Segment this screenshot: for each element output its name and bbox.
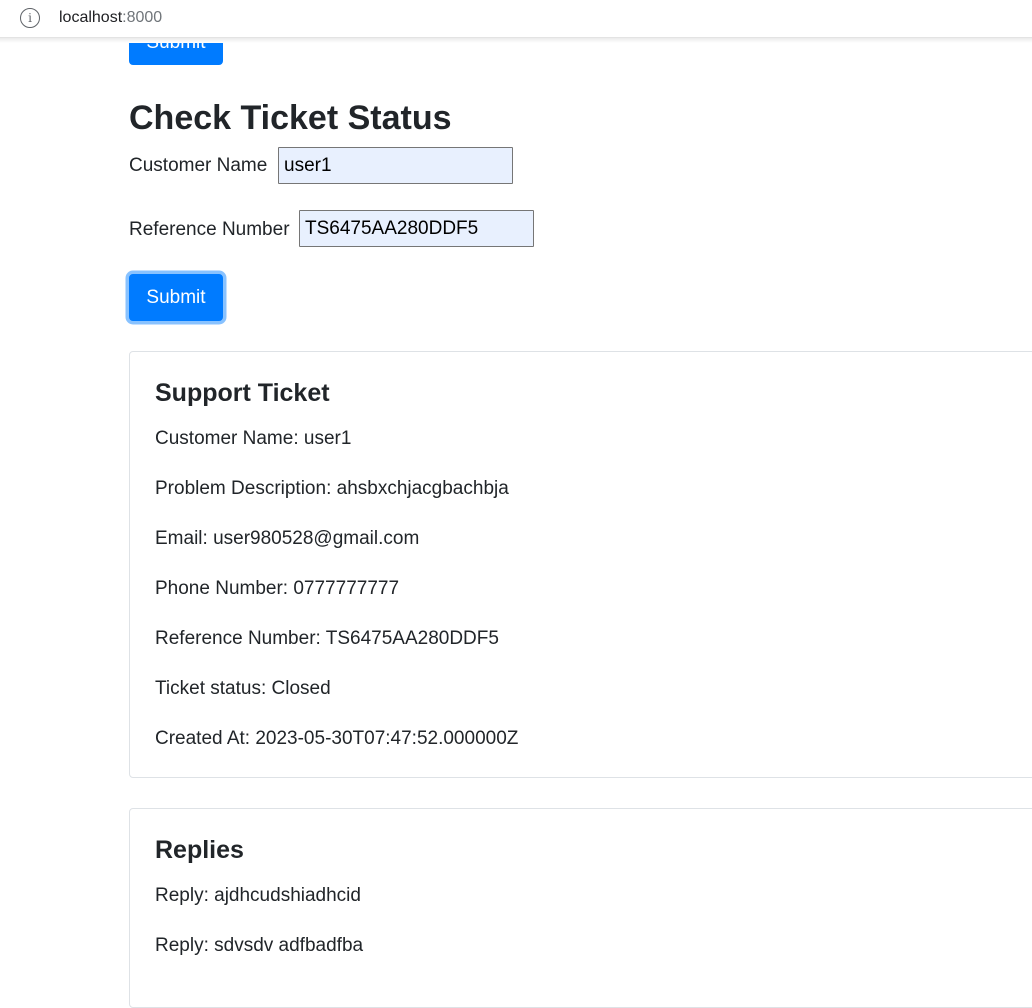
browser-address-bar: i localhost:8000	[0, 0, 1032, 38]
reply-item: Reply: sdvsdv adfbadfba	[155, 935, 364, 956]
support-ticket-heading: Support Ticket	[155, 379, 330, 407]
url-field[interactable]: localhost:8000	[59, 8, 162, 28]
customer-name-input[interactable]	[278, 147, 513, 184]
support-ticket-card: Support Ticket Customer Name: user1 Prob…	[129, 351, 1032, 778]
ticket-problem-description: Problem Description: ahsbxchjacgbachbja	[155, 478, 509, 499]
ticket-phone-number: Phone Number: 0777777777	[155, 578, 400, 599]
page-title: Check Ticket Status	[129, 99, 452, 137]
reference-number-label: Reference Number	[129, 219, 290, 240]
address-bar-shadow	[0, 38, 1032, 43]
ticket-created-at: Created At: 2023-05-30T07:47:52.000000Z	[155, 728, 519, 749]
page: Submit Check Ticket Status Customer Name…	[0, 0, 1032, 1008]
customer-name-label: Customer Name	[129, 155, 268, 176]
ticket-email: Email: user980528@gmail.com	[155, 528, 420, 549]
reference-number-input[interactable]	[299, 210, 534, 247]
ticket-customer-name: Customer Name: user1	[155, 428, 352, 449]
reply-item: Reply: ajdhcudshiadhcid	[155, 885, 361, 906]
ticket-status: Ticket status: Closed	[155, 678, 331, 699]
replies-heading: Replies	[155, 836, 244, 864]
site-info-icon[interactable]: i	[20, 8, 40, 28]
url-host: localhost	[59, 9, 123, 26]
url-port: :8000	[122, 9, 163, 26]
ticket-reference-number: Reference Number: TS6475AA280DDF5	[155, 628, 499, 649]
replies-card: Replies Reply: ajdhcudshiadhcid Reply: s…	[129, 808, 1032, 1008]
check-status-submit-button[interactable]: Submit	[129, 274, 223, 321]
